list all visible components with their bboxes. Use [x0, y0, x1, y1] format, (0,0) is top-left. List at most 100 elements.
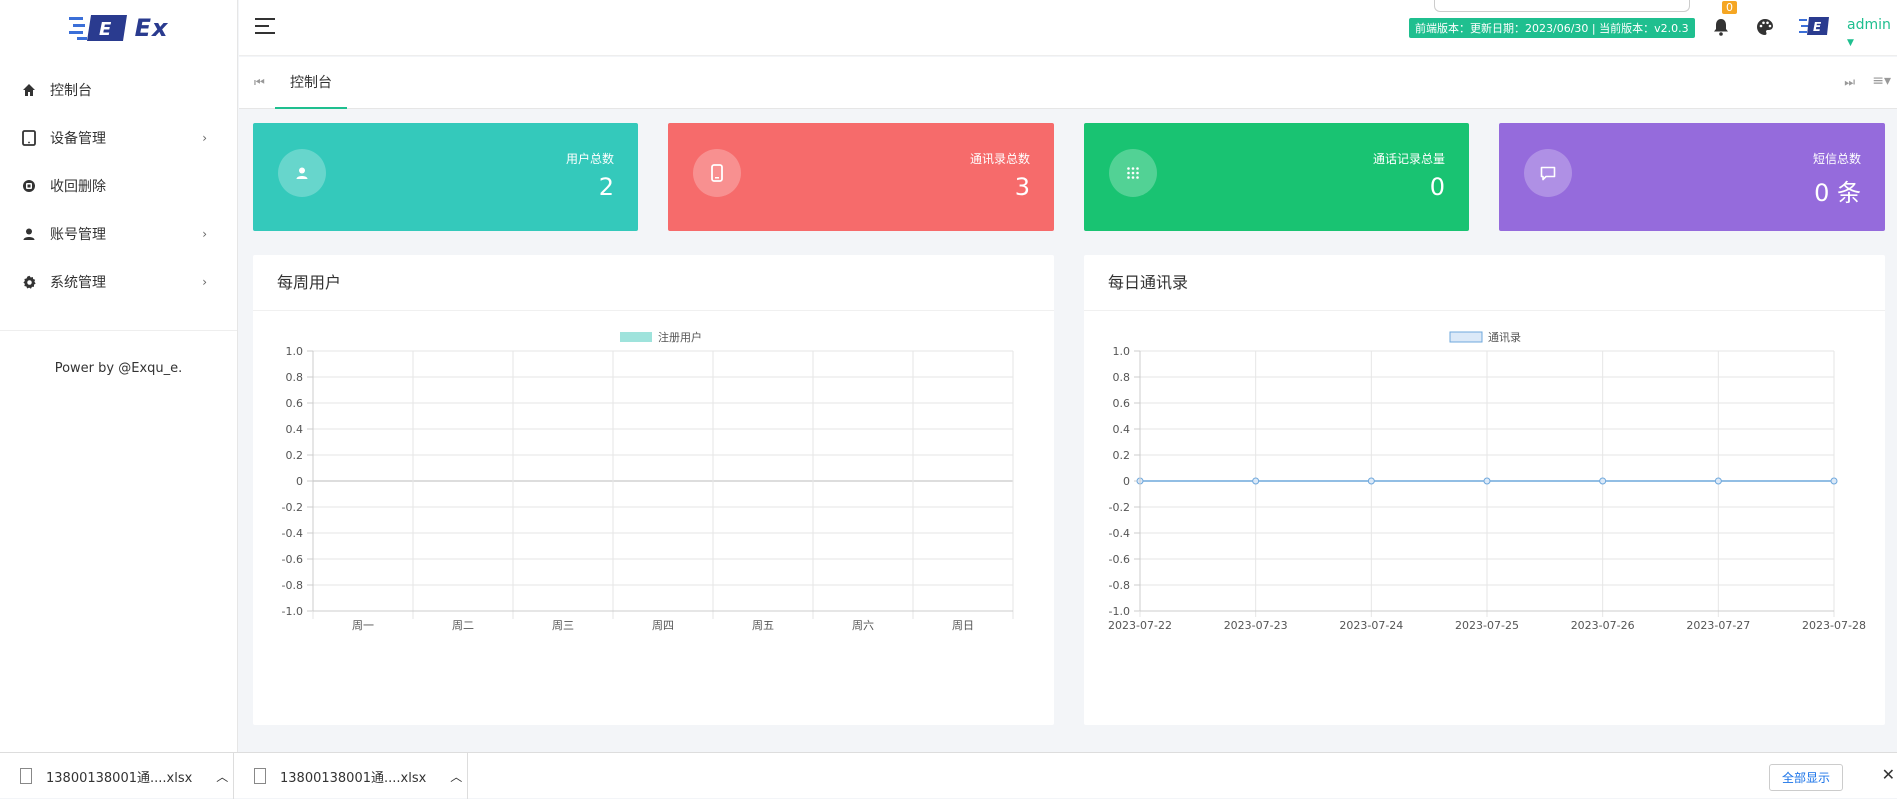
x-tick-label: 周二 [452, 619, 474, 632]
stat-card-sms: 短信总数 0 条 [1499, 123, 1885, 231]
notification-count-badge: 0 [1722, 1, 1737, 14]
caret-down-icon: ▼ [1847, 38, 1854, 48]
palette-icon[interactable] [1756, 18, 1774, 36]
y-tick-label: -1.0 [1109, 605, 1130, 618]
home-icon [20, 81, 38, 99]
close-icon[interactable]: ✕ [1882, 765, 1895, 784]
data-point [1252, 477, 1260, 485]
stat-label: 通讯录总数 [969, 152, 1030, 166]
y-tick-label: 0.2 [286, 449, 304, 462]
gear-icon [20, 273, 38, 291]
chevron-right-icon: › [202, 131, 207, 145]
legend-label: 通讯录 [1488, 331, 1521, 344]
chevron-right-icon: › [202, 275, 207, 289]
dropdown-edge [1434, 0, 1690, 12]
file-icon [254, 768, 266, 784]
x-tick-label: 周四 [652, 619, 674, 632]
tab-scroll-right-icon[interactable]: ⏭ [1844, 75, 1855, 90]
x-tick-label: 2023-07-23 [1224, 619, 1288, 632]
y-tick-label: -1.0 [282, 605, 303, 618]
download-item[interactable]: 13800138001通....xlsx ︿ [0, 753, 234, 799]
sidebar-item-accounts[interactable]: 账号管理 › [0, 210, 237, 258]
x-tick-label: 周五 [752, 619, 774, 632]
sidebar-item-label: 收回删除 [50, 179, 106, 195]
power-by-text: Power by @Exqu_e. [54, 361, 183, 376]
x-tick-label: 周一 [352, 619, 374, 632]
app-logo[interactable]: E Ex [0, 0, 237, 56]
weekly-users-chart: 注册用户 1.0 0.8 0.6 0.4 0.2 0 -0.2 -0.4 -0.6 -0.8 -1.0… [282, 330, 1014, 632]
download-item[interactable]: 13800138001通....xlsx ︿ [234, 753, 468, 799]
chevron-up-icon[interactable]: ︿ [216, 768, 228, 785]
file-icon [20, 768, 32, 784]
sidebar-divider [0, 330, 237, 331]
y-tick-label: 0 [1123, 475, 1130, 488]
y-tick-label: -0.2 [1109, 501, 1130, 514]
username-label: admin [1847, 17, 1891, 33]
svg-text:E: E [1813, 20, 1822, 34]
tab-options-icon[interactable]: ≡▾ [1872, 73, 1891, 89]
chevron-right-icon: › [202, 227, 207, 241]
tab-label: 控制台 [290, 75, 332, 91]
y-tick-label: 0.4 [1113, 423, 1131, 436]
y-tick-label: -0.2 [282, 501, 303, 514]
top-header: 前端版本：更新日期：2023/06/30 | 当前版本：v2.0.3 0 E a… [239, 0, 1897, 56]
sidebar-item-label: 控制台 [50, 83, 92, 99]
message-icon [1524, 149, 1572, 197]
y-tick-label: 0.2 [1113, 449, 1131, 462]
sidebar-item-system[interactable]: 系统管理 › [0, 258, 237, 306]
stat-value: 0 条 [1814, 179, 1861, 207]
y-tick-label: -0.4 [1109, 527, 1130, 540]
y-tick-label: 0.8 [286, 371, 304, 384]
avatar[interactable]: E [1799, 16, 1829, 36]
y-tick-label: -0.8 [1109, 579, 1130, 592]
y-tick-label: 0.6 [286, 397, 304, 410]
logo-icon: E [68, 15, 127, 41]
svg-text:E: E [99, 19, 112, 40]
bell-icon[interactable] [1713, 18, 1729, 36]
legend-swatch [620, 332, 652, 342]
stat-card-contacts: 通讯录总数 3 [668, 123, 1054, 231]
y-tick-label: 1.0 [286, 345, 304, 358]
stat-card-users: 用户总数 2 [253, 123, 638, 231]
x-tick-label: 2023-07-25 [1455, 619, 1519, 632]
tab-scroll-left-icon[interactable]: ⏮ [254, 75, 265, 90]
show-all-button[interactable]: 全部显示 [1768, 764, 1843, 791]
x-tick-label: 周日 [952, 619, 974, 632]
logo-text: Ex [134, 14, 169, 42]
x-tick-label: 2023-07-27 [1686, 619, 1750, 632]
stat-card-call-records: 通话记录总量 0 [1084, 123, 1469, 231]
data-point [1483, 477, 1491, 485]
y-tick-label: -0.6 [1109, 553, 1130, 566]
legend-swatch [1449, 331, 1483, 343]
sidebar-item-devices[interactable]: 设备管理 › [0, 114, 237, 162]
tablet-icon [20, 129, 38, 147]
data-point [1367, 477, 1375, 485]
tab-dashboard[interactable]: 控制台 [275, 57, 347, 109]
sidebar-item-label: 系统管理 [50, 275, 106, 291]
chevron-up-icon[interactable]: ︿ [450, 768, 462, 785]
download-filename: 13800138001通....xlsx [46, 770, 193, 786]
user-menu-admin[interactable]: admin ▼ [1847, 17, 1897, 49]
download-filename: 13800138001通....xlsx [280, 770, 427, 786]
user-icon [20, 225, 38, 243]
user-icon [278, 149, 326, 197]
daily-contacts-panel: 每日通讯录 通讯录 1.0 0.8 0.6 0.4 0.2 0 -0.2 -0.4 -0.6 -0.… [1084, 255, 1885, 725]
hamburger-menu-icon[interactable] [255, 17, 277, 35]
stat-label: 短信总数 [1812, 152, 1861, 166]
sidebar-item-dashboard[interactable]: 控制台 [0, 66, 237, 114]
daily-contacts-chart: 通讯录1.00.80.60.40.20-0.2-0.4-0.6-0.8-1.02… [1108, 331, 1866, 632]
sidebar-item-recycle[interactable]: 收回删除 [0, 162, 237, 210]
y-tick-label: 0.8 [1113, 371, 1131, 384]
weekly-users-panel: 每周用户 注册用户 1.0 0.8 0.6 0.4 0.2 0 -0.2 -0.4 -0.6 -0.… [253, 255, 1054, 725]
dialpad-icon [1109, 149, 1157, 197]
stat-label: 通话记录总量 [1372, 152, 1445, 166]
x-tick-label: 2023-07-22 [1108, 619, 1172, 632]
version-badge: 前端版本：更新日期：2023/06/30 | 当前版本：v2.0.3 [1409, 18, 1695, 38]
y-tick-label: -0.8 [282, 579, 303, 592]
legend-label: 注册用户 [658, 330, 702, 344]
stat-value: 0 [1429, 173, 1445, 201]
y-tick-label: -0.6 [282, 553, 303, 566]
recycle-icon [20, 177, 38, 195]
y-tick-label: 1.0 [1113, 345, 1131, 358]
x-tick-label: 周三 [552, 619, 574, 632]
